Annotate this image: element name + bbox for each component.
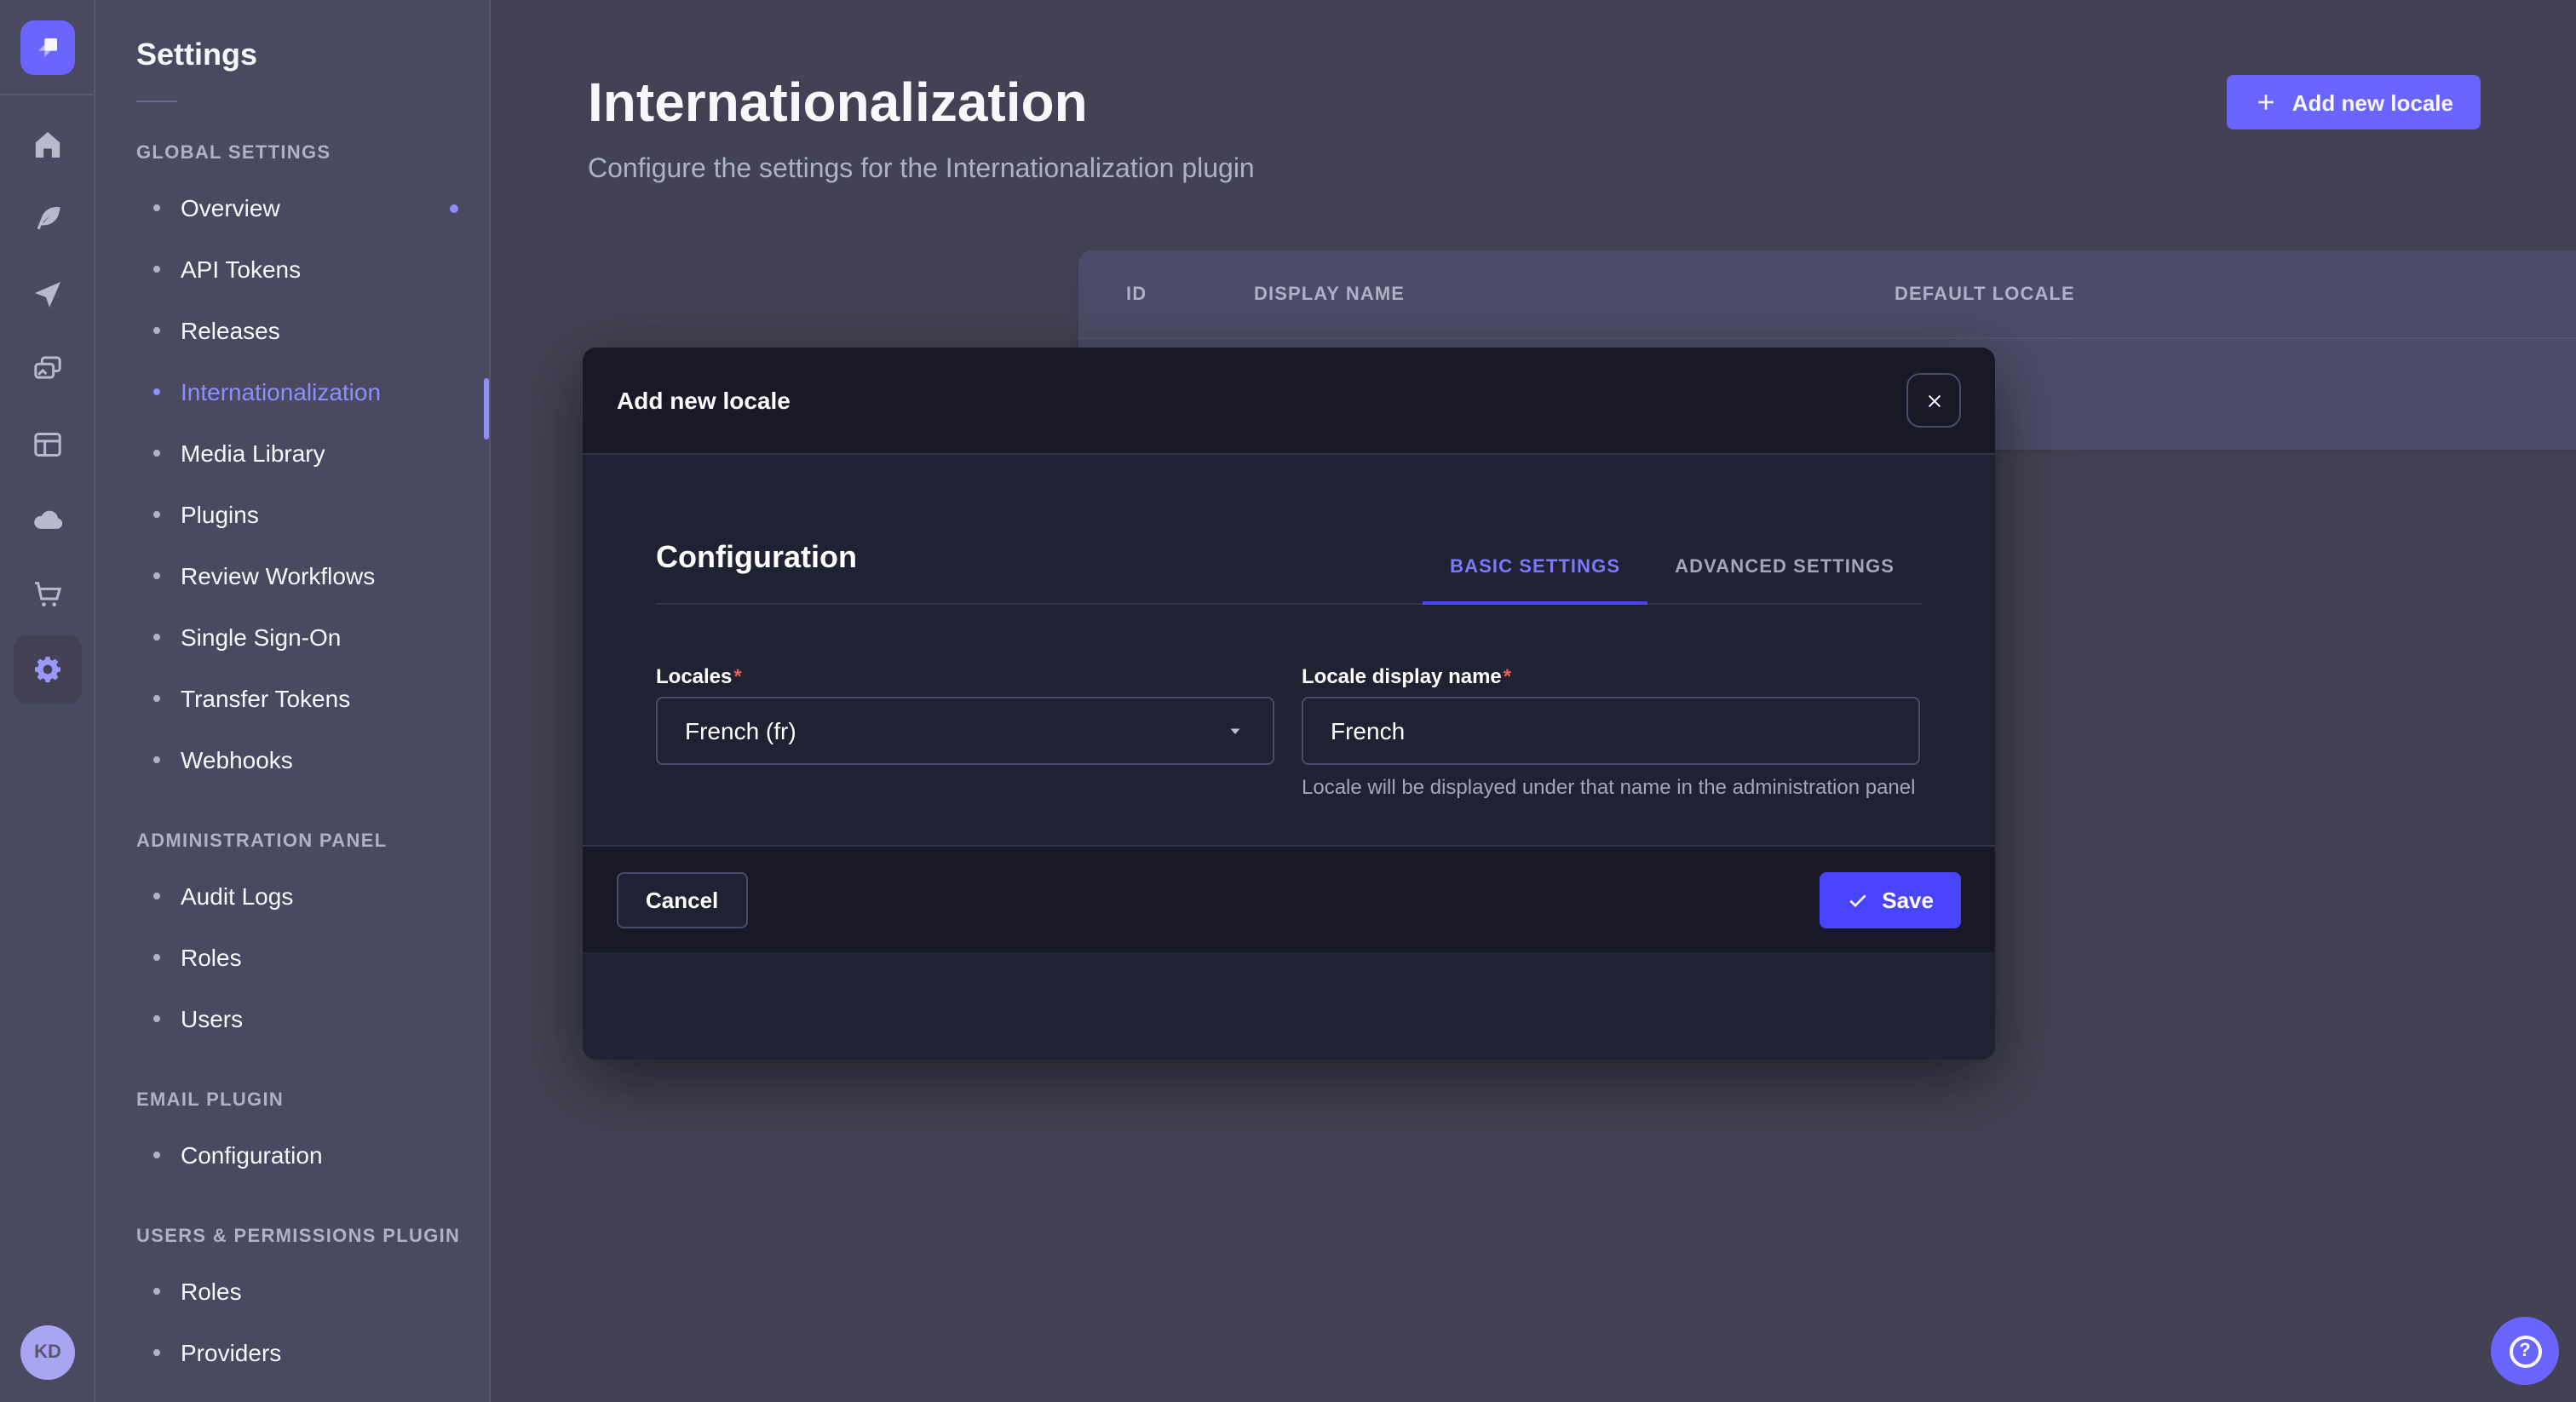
add-locale-modal: Add new locale Configuration BASIC SETTI… [583,348,1995,1060]
close-icon [1924,391,1943,410]
modal-title: Add new locale [617,387,791,414]
tab-basic-settings[interactable]: BASIC SETTINGS [1423,557,1647,605]
check-icon [1846,888,1868,911]
configuration-heading: Configuration [656,540,857,603]
close-modal-button[interactable] [1906,373,1961,428]
cancel-button[interactable]: Cancel [617,871,747,928]
tab-advanced-settings[interactable]: ADVANCED SETTINGS [1647,557,1922,605]
display-name-input[interactable] [1302,697,1920,765]
display-name-label: Locale display name* [1302,664,1920,688]
locales-select-value: French (fr) [685,717,796,744]
settings-tabs: BASIC SETTINGS ADVANCED SETTINGS [1423,557,1922,603]
display-name-hint: Locale will be displayed under that name… [1302,773,1920,803]
chevron-down-icon [1225,721,1245,741]
save-button[interactable]: Save [1819,871,1961,928]
locales-label: Locales* [656,664,1274,688]
app-viewport: KD Settings GLOBAL SETTINGSOverviewAPI T… [0,0,2576,1402]
locales-select[interactable]: French (fr) [656,697,1274,765]
